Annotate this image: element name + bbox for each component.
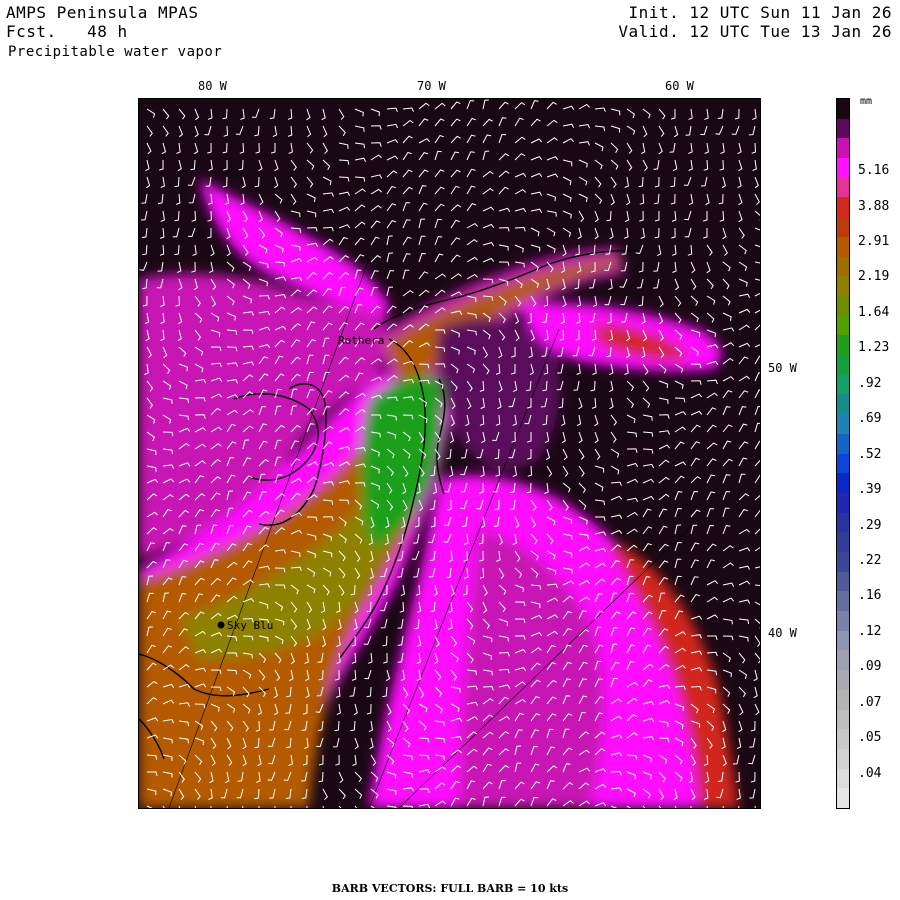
- colorbar-label: .16: [858, 588, 882, 604]
- colorbar-label: .05: [858, 730, 882, 746]
- colorbar-segment: [837, 788, 849, 809]
- colorbar-label: .22: [858, 553, 882, 569]
- lon-label-80w: 80 W: [198, 79, 227, 93]
- station-label-rothera: Rothera: [338, 334, 384, 347]
- colorbar: [836, 98, 850, 809]
- colorbar-segment: [837, 591, 849, 612]
- colorbar-segment: [837, 158, 849, 179]
- colorbar-segment: [837, 138, 849, 159]
- colorbar-label: 3.88: [858, 198, 890, 214]
- colorbar-segment: [837, 256, 849, 277]
- colorbar-segment: [837, 611, 849, 632]
- colorbar-label: .07: [858, 694, 882, 710]
- colorbar-units: mm: [860, 96, 873, 107]
- colorbar-segment: [837, 551, 849, 573]
- valid-time: Valid. 12 UTC Tue 13 Jan 26: [618, 22, 892, 41]
- colorbar-segment: [837, 689, 849, 711]
- colorbar-segment: [837, 512, 849, 533]
- colorbar-label: 2.91: [858, 233, 890, 249]
- colorbar-segment: [837, 473, 849, 494]
- colorbar-segment: [837, 650, 849, 671]
- precipitable-water-map: Rothera Sky Blu: [139, 99, 760, 808]
- colorbar-segment: [837, 394, 849, 415]
- colorbar-label: .69: [858, 411, 882, 427]
- init-time: Init. 12 UTC Sun 11 Jan 26: [628, 3, 892, 22]
- colorbar-segment: [837, 99, 849, 120]
- colorbar-segment: [837, 177, 849, 198]
- station-marker-sky-blu: [217, 621, 225, 629]
- colorbar-label: .29: [858, 517, 882, 533]
- colorbar-label: 1.64: [858, 304, 890, 320]
- colorbar-segment: [837, 630, 849, 651]
- colorbar-segment: [837, 492, 849, 514]
- lon-label-70w: 70 W: [417, 79, 446, 93]
- colorbar-segment: [837, 355, 849, 376]
- colorbar-segment: [837, 276, 849, 297]
- map-title: AMPS Peninsula MPAS: [6, 3, 199, 22]
- lon-label-60w: 60 W: [665, 79, 694, 93]
- colorbar-segment: [837, 670, 849, 691]
- colorbar-label: .09: [858, 659, 882, 675]
- colorbar-segment: [837, 236, 849, 258]
- station-label-sky-blu: Sky Blu: [227, 619, 273, 632]
- colorbar-segment: [837, 453, 849, 474]
- colorbar-segment: [837, 315, 849, 336]
- map-panel: Rothera Sky Blu: [138, 98, 761, 809]
- lon-label-40w: 40 W: [768, 626, 797, 640]
- colorbar-segment: [837, 748, 849, 770]
- colorbar-label: .04: [858, 765, 882, 781]
- colorbar-segment: [837, 217, 849, 238]
- colorbar-label: 2.19: [858, 269, 890, 285]
- colorbar-segment: [837, 571, 849, 592]
- colorbar-segment: [837, 768, 849, 789]
- colorbar-label: .92: [858, 375, 882, 391]
- colorbar-segment: [837, 374, 849, 395]
- forecast-hour: Fcst. 48 h: [6, 22, 128, 41]
- colorbar-label: .12: [858, 623, 882, 639]
- colorbar-label: 5.16: [858, 163, 890, 179]
- colorbar-label: .52: [858, 446, 882, 462]
- colorbar-segment: [837, 709, 849, 730]
- lon-label-50w: 50 W: [768, 361, 797, 375]
- colorbar-segment: [837, 295, 849, 317]
- colorbar-segment: [837, 118, 849, 139]
- colorbar-segment: [837, 197, 849, 218]
- colorbar-label: .39: [858, 482, 882, 498]
- colorbar-label: 1.23: [858, 340, 890, 356]
- colorbar-segment: [837, 414, 849, 435]
- barb-legend: BARB VECTORS: FULL BARB = 10 kts: [331, 882, 569, 895]
- colorbar-segment: [837, 729, 849, 750]
- station-rothera: Rothera: [338, 334, 384, 347]
- colorbar-segment: [837, 532, 849, 553]
- colorbar-segment: [837, 335, 849, 356]
- field-name: Precipitable water vapor: [8, 44, 223, 60]
- colorbar-segment: [837, 433, 849, 454]
